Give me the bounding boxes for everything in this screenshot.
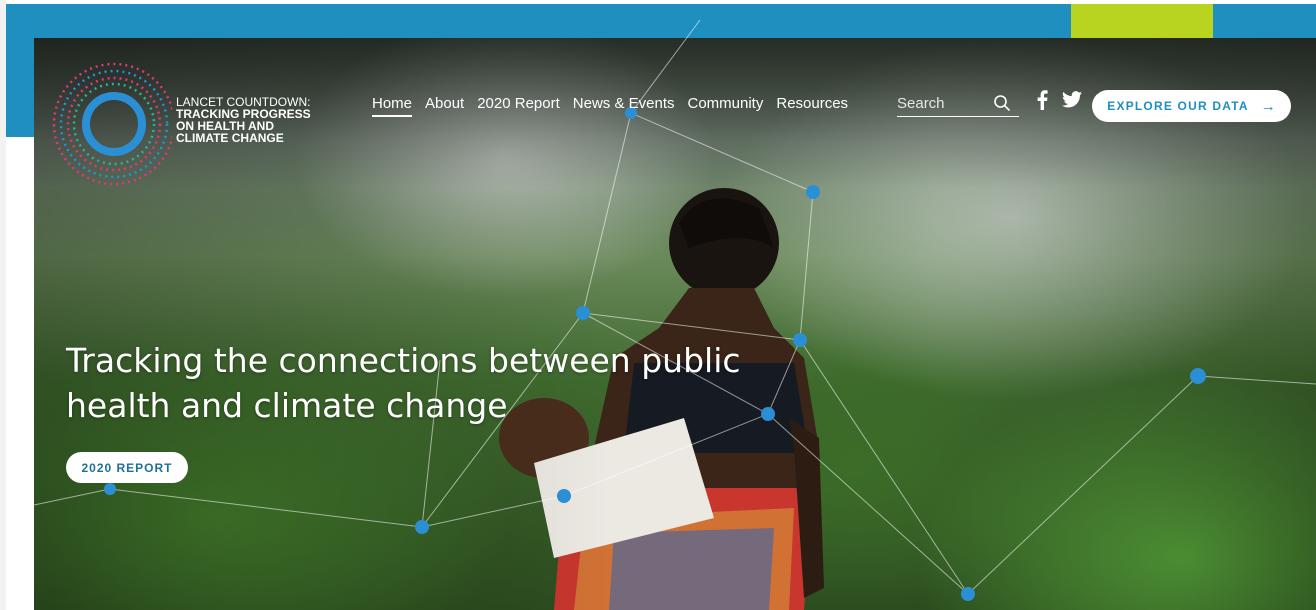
nav-home[interactable]: Home	[372, 95, 413, 117]
search-input[interactable]	[897, 92, 987, 114]
side-color-block	[6, 38, 34, 137]
facebook-icon[interactable]	[1036, 90, 1048, 110]
nav-resources[interactable]: Resources	[776, 95, 848, 112]
lancet-countdown-logo[interactable]	[46, 48, 172, 190]
explore-button-label: EXPLORE OUR DATA	[1107, 99, 1249, 113]
brand-name: LANCET COUNTDOWN: TRACKING PROGRESS ON H…	[176, 96, 311, 144]
hero-headline: Tracking the connections between public …	[66, 338, 766, 428]
nav-community[interactable]: Community	[688, 95, 764, 112]
nav-news-events[interactable]: News & Events	[573, 95, 675, 112]
arrow-right-icon: →	[1260, 97, 1276, 115]
nav-2020-report[interactable]: 2020 Report	[477, 95, 560, 112]
2020-report-button[interactable]: 2020 REPORT	[66, 452, 188, 483]
brand-line-4: CLIMATE CHANGE	[176, 131, 284, 145]
search-icon[interactable]	[993, 94, 1011, 112]
search-box	[897, 92, 1019, 117]
explore-our-data-button[interactable]: EXPLORE OUR DATA →	[1092, 90, 1291, 122]
top-accent-block	[1071, 4, 1213, 38]
main-nav: Home About 2020 Report News & Events Com…	[372, 95, 861, 117]
hero-headline-line-2: health and climate change	[66, 386, 508, 425]
nav-about[interactable]: About	[425, 95, 464, 112]
hero-headline-line-1: Tracking the connections between public	[66, 341, 741, 380]
twitter-icon[interactable]	[1062, 91, 1082, 108]
